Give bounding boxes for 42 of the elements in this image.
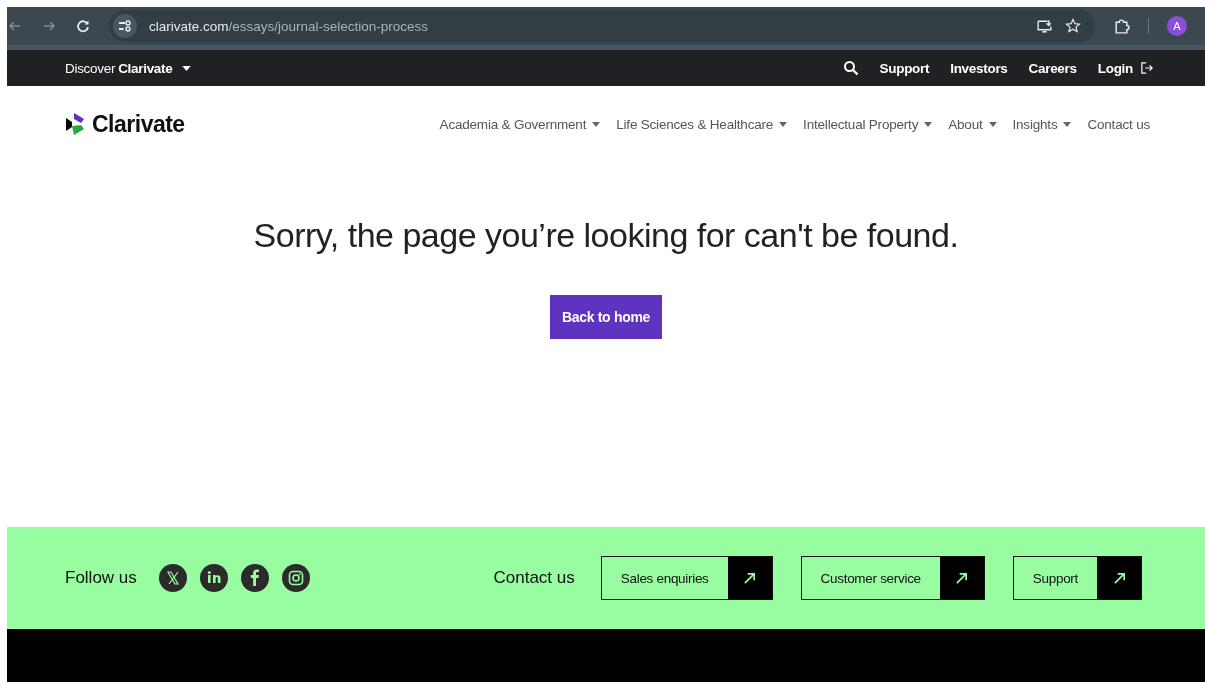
utility-link[interactable]: Careers (1028, 60, 1077, 76)
caret-icon (924, 121, 933, 127)
login-link[interactable]: Login (1097, 60, 1153, 76)
follow-label: Follow us (65, 568, 137, 588)
nav-link[interactable]: Intellectual Property (803, 116, 933, 132)
utility-link[interactable]: Investors (950, 60, 1008, 76)
nav-link[interactable]: Insights (1012, 116, 1072, 132)
contact-label: Contact us (493, 568, 575, 588)
linkedin-icon[interactable] (199, 564, 228, 592)
caret-icon (988, 121, 997, 127)
discover-menu[interactable]: Discover Clarivate (65, 60, 192, 76)
contact-button[interactable]: Customer service (800, 556, 985, 600)
contact-button[interactable]: Support (1012, 556, 1142, 600)
logo-icon (65, 112, 87, 136)
search-icon[interactable] (842, 60, 859, 76)
back-to-home-button[interactable]: Back to home (549, 295, 663, 339)
profile-avatar[interactable]: A (1167, 16, 1187, 36)
facebook-icon[interactable] (240, 564, 269, 592)
install-app-icon[interactable] (1036, 17, 1053, 35)
error-heading: Sorry, the page you’re looking for can't be found. (253, 216, 959, 255)
star-icon[interactable] (1065, 18, 1081, 34)
caret-icon (592, 121, 601, 127)
nav-link[interactable]: Contact us (1087, 116, 1150, 132)
reload-icon[interactable] (75, 18, 91, 34)
contact-button[interactable]: Sales enquiries (600, 556, 773, 600)
utility-link[interactable]: Support (879, 60, 930, 76)
arrow-icon (955, 571, 969, 585)
instagram-icon[interactable] (281, 564, 310, 592)
nav-link[interactable]: Academia & Government (439, 116, 601, 132)
caret-icon (1063, 121, 1072, 127)
arrow-icon (1112, 571, 1126, 585)
clarivate-logo[interactable]: Clarivate (65, 110, 185, 138)
arrow-icon (743, 571, 757, 585)
nav-link[interactable]: About (948, 116, 997, 132)
x-icon[interactable] (158, 564, 187, 592)
logout-icon (1141, 62, 1153, 74)
address-field[interactable]: clarivate.com/essays/journal-selection-process (149, 18, 429, 34)
caret-icon (182, 65, 192, 71)
site-settings-icon[interactable] (113, 14, 137, 38)
nav-link[interactable]: Life Sciences & Healthcare (616, 116, 788, 132)
caret-icon (779, 121, 788, 127)
puzzle-icon[interactable] (1113, 17, 1130, 35)
